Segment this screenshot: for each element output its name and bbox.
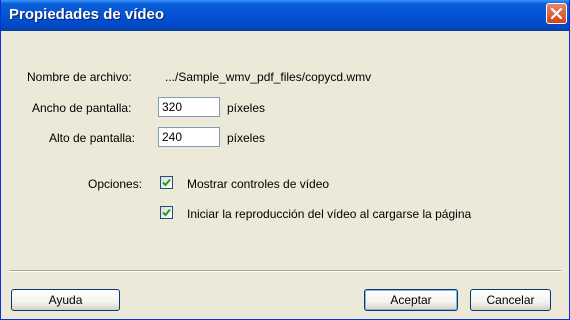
cancel-button[interactable]: Cancelar xyxy=(470,289,551,311)
show-controls-checkbox[interactable] xyxy=(160,176,173,189)
title-bar[interactable]: Propiedades de vídeo xyxy=(1,0,569,31)
checkmark-icon xyxy=(162,178,171,187)
width-label: Ancho de pantalla: xyxy=(32,101,132,115)
autoplay-checkbox[interactable] xyxy=(160,206,173,219)
dialog-title: Propiedades de vídeo xyxy=(9,6,165,23)
help-button[interactable]: Ayuda xyxy=(11,289,120,311)
show-controls-label[interactable]: Mostrar controles de vídeo xyxy=(187,177,329,191)
options-label: Opciones: xyxy=(88,177,143,191)
height-label: Alto de pantalla: xyxy=(49,131,136,145)
video-properties-dialog: Propiedades de vídeo Nombre de archivo: … xyxy=(0,0,570,320)
ok-button[interactable]: Aceptar xyxy=(364,289,458,311)
checkmark-icon xyxy=(162,208,171,217)
autoplay-label[interactable]: Iniciar la reproducción del vídeo al car… xyxy=(187,207,471,221)
width-input[interactable] xyxy=(158,97,220,117)
divider xyxy=(9,270,561,272)
close-icon xyxy=(550,7,563,20)
width-unit: píxeles xyxy=(227,101,266,115)
height-input[interactable] xyxy=(158,127,220,147)
file-name-label: Nombre de archivo: xyxy=(27,70,132,84)
close-button[interactable] xyxy=(546,3,567,24)
file-name-value: .../Sample_wmv_pdf_files/copycd.wmv xyxy=(165,70,372,84)
height-unit: píxeles xyxy=(227,131,266,145)
